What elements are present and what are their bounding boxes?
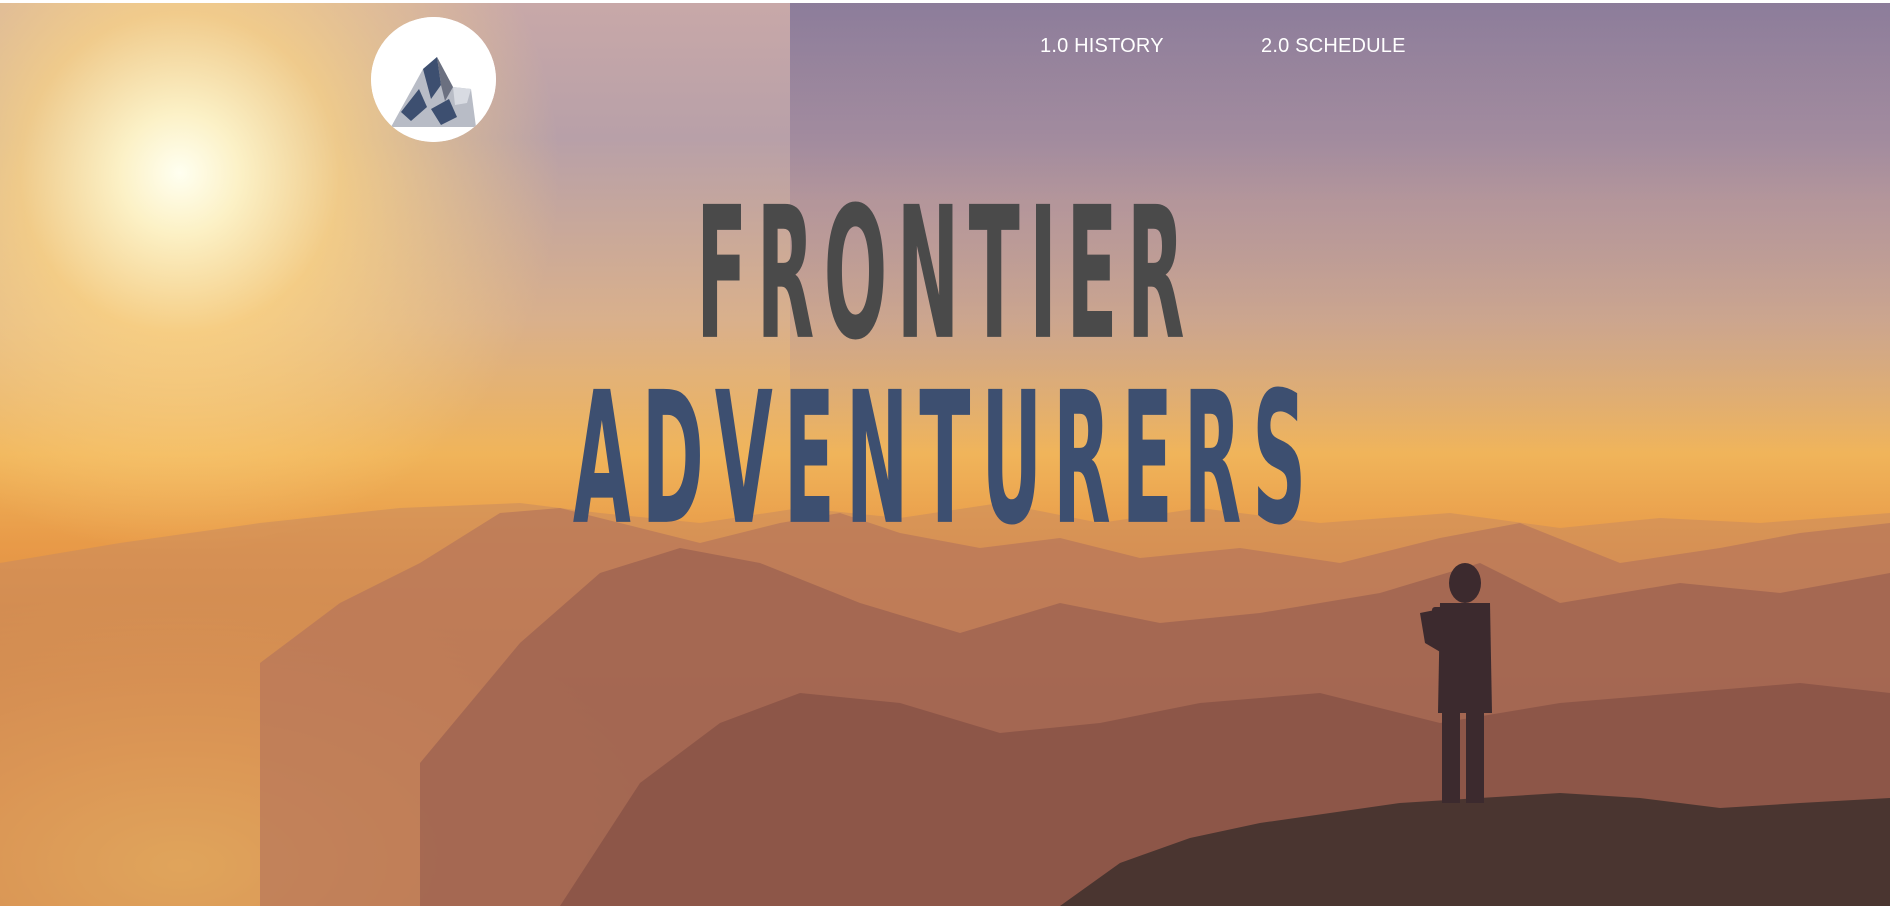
- hero-title-line1: FRONTIER: [696, 167, 1194, 381]
- nav-link-schedule[interactable]: 2.0 SCHEDULE: [1261, 35, 1406, 58]
- hero-title-line2: ADVENTURERS: [572, 352, 1318, 566]
- nav-link-history[interactable]: 1.0 HISTORY: [1040, 35, 1164, 58]
- main-nav: 1.0 HISTORY 2.0 SCHEDULE: [0, 35, 1890, 65]
